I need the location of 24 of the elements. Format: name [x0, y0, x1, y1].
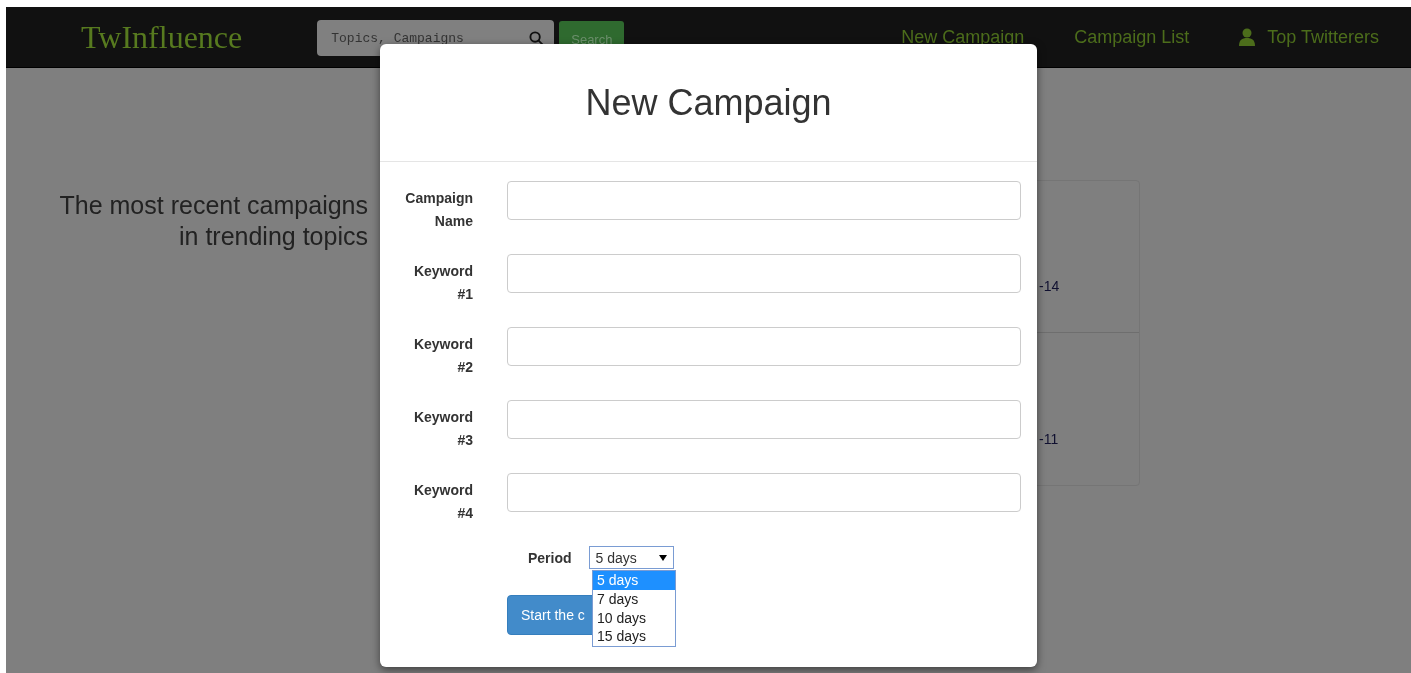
- dropdown-caret-icon: [658, 554, 667, 561]
- text-input[interactable]: [507, 254, 1021, 293]
- period-select[interactable]: 5 days: [588, 546, 674, 569]
- period-label: Period: [528, 549, 572, 566]
- field-label: Keyword #4: [412, 481, 473, 523]
- intro-heading: The most recent campaigns in trending topics: [58, 190, 368, 252]
- user-icon: [1239, 28, 1256, 46]
- text-input[interactable]: [507, 473, 1021, 512]
- text-input[interactable]: [507, 181, 1021, 220]
- logo[interactable]: TwInfluence: [81, 18, 243, 56]
- modal-title: New Campaign: [585, 81, 832, 124]
- field-label: Keyword #3: [412, 408, 473, 450]
- search-icon: [529, 31, 545, 46]
- nav-link[interactable]: New Campaign: [901, 26, 1025, 48]
- campaign-date: -14: [1039, 278, 1060, 294]
- text-input[interactable]: [507, 327, 1021, 366]
- dropdown-option[interactable]: 5 days: [593, 571, 675, 590]
- campaign-date: -11: [1039, 431, 1059, 447]
- field-label: Keyword #2: [412, 335, 473, 377]
- field-label: Keyword #1: [412, 262, 473, 304]
- field-label: Campaign Name: [404, 189, 473, 231]
- nav-link[interactable]: Campaign List: [1074, 26, 1190, 48]
- text-input[interactable]: [507, 400, 1021, 439]
- nav-link[interactable]: Top Twitterers: [1239, 26, 1379, 48]
